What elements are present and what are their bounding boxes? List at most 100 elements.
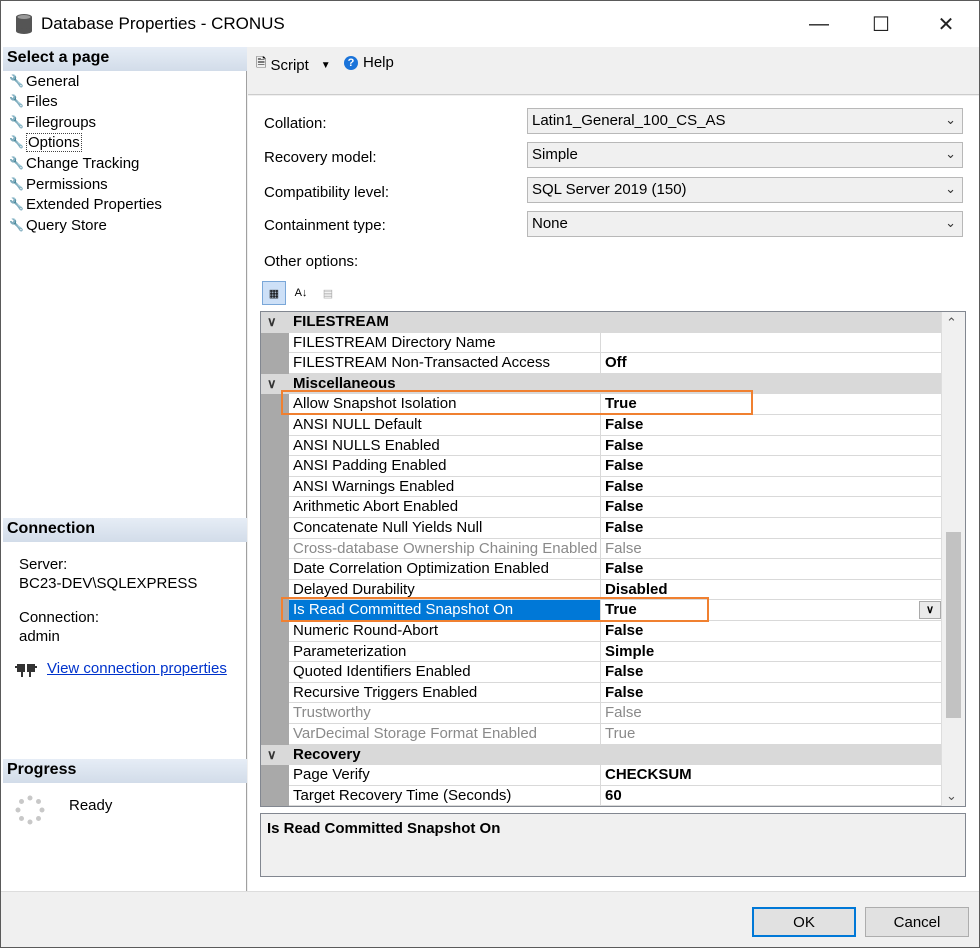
property-row[interactable]: FILESTREAM Directory Name <box>261 332 941 354</box>
property-name[interactable]: Target Recovery Time (Seconds) <box>289 785 601 806</box>
property-value[interactable]: False <box>601 538 941 560</box>
nav-item-permissions[interactable]: 🔧 Permissions <box>9 174 108 194</box>
nav-item-label: Options <box>26 133 82 153</box>
property-name[interactable]: FILESTREAM Directory Name <box>289 332 601 354</box>
property-row[interactable]: Date Correlation Optimization Enabled Fal… <box>261 559 941 580</box>
property-name[interactable]: Parameterization <box>289 641 601 663</box>
server-label: Server: <box>19 556 68 573</box>
property-grid[interactable]: ∨ FILESTREAM FILESTREAM Directory Name FILE… <box>260 311 966 807</box>
collapse-icon[interactable]: ∨ <box>267 376 277 392</box>
property-pages-icon[interactable]: ▤ <box>316 281 340 305</box>
property-value[interactable]: False <box>601 703 941 724</box>
ok-button[interactable]: OK <box>752 907 856 937</box>
property-value[interactable]: False <box>601 476 941 498</box>
property-row[interactable]: VarDecimal Storage Format Enabled True <box>261 724 941 745</box>
collapse-icon[interactable]: ∨ <box>267 314 277 330</box>
property-name[interactable]: ANSI NULLS Enabled <box>289 435 601 457</box>
property-row[interactable]: Trustworthy False <box>261 703 941 724</box>
property-name[interactable]: Trustworthy <box>289 703 601 724</box>
collapse-icon[interactable]: ∨ <box>267 747 277 763</box>
property-row[interactable]: Concatenate Null Yields Null False <box>261 518 941 539</box>
maximize-button[interactable]: ☐ <box>849 1 913 47</box>
recovery-model-select[interactable]: Simple ⌄ <box>527 142 963 168</box>
nav-item-filegroups[interactable]: 🔧 Filegroups <box>9 112 96 132</box>
nav-item-options[interactable]: 🔧 Options <box>9 133 82 153</box>
property-value[interactable]: True <box>601 724 941 745</box>
property-name[interactable]: Page Verify <box>289 765 601 786</box>
property-name[interactable]: FILESTREAM Non-Transacted Access <box>289 353 601 374</box>
minimize-button[interactable]: — <box>787 1 851 47</box>
compatibility-level-select[interactable]: SQL Server 2019 (150) ⌄ <box>527 177 963 203</box>
property-row[interactable]: Cross-database Ownership Chaining Enable… <box>261 538 941 560</box>
property-name[interactable]: Numeric Round-Abort <box>289 621 601 642</box>
property-row[interactable]: Target Recovery Time (Seconds) 60 <box>261 785 941 806</box>
property-value[interactable]: False <box>601 621 941 642</box>
property-row[interactable]: ANSI NULLS Enabled False <box>261 435 941 457</box>
nav-item-extended-properties[interactable]: 🔧 Extended Properties <box>9 195 162 215</box>
property-value[interactable]: Simple <box>601 641 941 663</box>
property-name[interactable]: ANSI Padding Enabled <box>289 456 601 477</box>
scroll-up-icon[interactable]: ⌃ <box>946 315 957 331</box>
property-value[interactable]: False <box>601 415 941 436</box>
containment-type-value: None <box>532 215 568 232</box>
property-value[interactable]: False <box>601 662 941 683</box>
wrench-icon: 🔧 <box>9 94 24 109</box>
property-row[interactable]: Page Verify CHECKSUM <box>261 765 941 786</box>
property-row[interactable]: Arithmetic Abort Enabled False <box>261 497 941 518</box>
category-name: Service Broker <box>293 806 399 807</box>
property-row[interactable]: Numeric Round-Abort False <box>261 621 941 642</box>
property-value[interactable]: False <box>601 518 941 539</box>
script-button[interactable]: 🗎 Script ▼ <box>256 54 331 76</box>
property-value[interactable]: CHECKSUM <box>601 765 941 786</box>
property-value[interactable]: Off <box>601 353 941 374</box>
category-row[interactable]: ∨ Recovery <box>261 744 941 766</box>
property-value[interactable]: False <box>601 435 941 457</box>
nav-item-query-store[interactable]: 🔧 Query Store <box>9 215 107 235</box>
property-name[interactable]: VarDecimal Storage Format Enabled <box>289 724 601 745</box>
property-name[interactable]: ANSI Warnings Enabled <box>289 476 601 498</box>
property-row[interactable]: ANSI NULL Default False <box>261 415 941 436</box>
script-label: Script <box>270 56 309 74</box>
property-name[interactable]: Arithmetic Abort Enabled <box>289 497 601 518</box>
property-name[interactable]: Cross-database Ownership Chaining Enable… <box>289 538 601 560</box>
sort-alphabetical-icon[interactable]: A↓ <box>289 281 313 305</box>
property-row[interactable]: Parameterization Simple <box>261 641 941 663</box>
property-row[interactable]: ANSI Padding Enabled False <box>261 456 941 477</box>
wrench-icon: 🔧 <box>9 155 24 170</box>
property-value[interactable]: False <box>601 682 941 704</box>
property-value[interactable]: False <box>601 456 941 477</box>
property-value[interactable]: False <box>601 497 941 518</box>
category-row[interactable]: ∨ FILESTREAM <box>261 312 941 333</box>
nav-item-change-tracking[interactable]: 🔧 Change Tracking <box>9 153 139 173</box>
nav-item-label: Extended Properties <box>26 196 162 214</box>
title-bar: Database Properties - CRONUS — ☐ ✕ <box>1 1 979 47</box>
scroll-down-icon[interactable]: ⌄ <box>946 788 957 804</box>
other-options-label: Other options: <box>264 253 359 270</box>
close-button[interactable]: ✕ <box>914 1 978 47</box>
categorized-view-icon[interactable]: ▦ <box>262 281 286 305</box>
property-name[interactable]: Quoted Identifiers Enabled <box>289 662 601 683</box>
nav-item-files[interactable]: 🔧 Files <box>9 92 58 112</box>
chevron-down-icon: ⌄ <box>945 181 956 196</box>
property-row[interactable]: Quoted Identifiers Enabled False <box>261 662 941 683</box>
containment-type-select[interactable]: None ⌄ <box>527 211 963 237</box>
collation-select[interactable]: Latin1_General_100_CS_AS ⌄ <box>527 108 963 134</box>
property-name[interactable]: ANSI NULL Default <box>289 415 601 436</box>
scroll-thumb[interactable] <box>946 532 961 718</box>
nav-item-general[interactable]: 🔧 General <box>9 71 79 91</box>
property-name[interactable]: Date Correlation Optimization Enabled <box>289 559 601 580</box>
property-value[interactable] <box>601 332 941 354</box>
vertical-scrollbar[interactable]: ⌃ ⌄ <box>941 312 965 806</box>
cancel-button[interactable]: Cancel <box>865 907 969 937</box>
property-name[interactable]: Concatenate Null Yields Null <box>289 518 601 539</box>
property-row[interactable]: ANSI Warnings Enabled False <box>261 476 941 498</box>
property-value[interactable]: False <box>601 559 941 580</box>
property-row[interactable]: FILESTREAM Non-Transacted Access Off <box>261 353 941 374</box>
category-row[interactable]: ∨Service Broker <box>261 806 941 807</box>
property-name[interactable]: Recursive Triggers Enabled <box>289 682 601 704</box>
property-row[interactable]: Recursive Triggers Enabled False <box>261 682 941 704</box>
value-dropdown-icon[interactable]: ∨ <box>919 601 941 620</box>
property-value[interactable]: 60 <box>601 785 941 806</box>
view-connection-properties-link[interactable]: View connection properties <box>47 659 227 678</box>
help-button[interactable]: ? Help <box>344 54 394 71</box>
